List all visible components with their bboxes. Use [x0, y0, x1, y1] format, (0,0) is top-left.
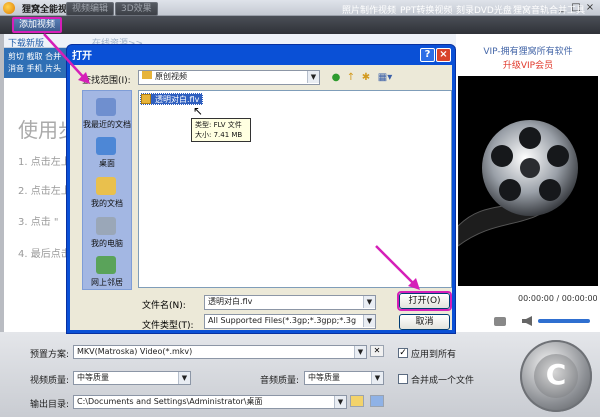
annotation-arrows — [43, 33, 420, 290]
arrow-to-dialog — [43, 33, 87, 81]
arrow-to-open — [375, 245, 417, 287]
